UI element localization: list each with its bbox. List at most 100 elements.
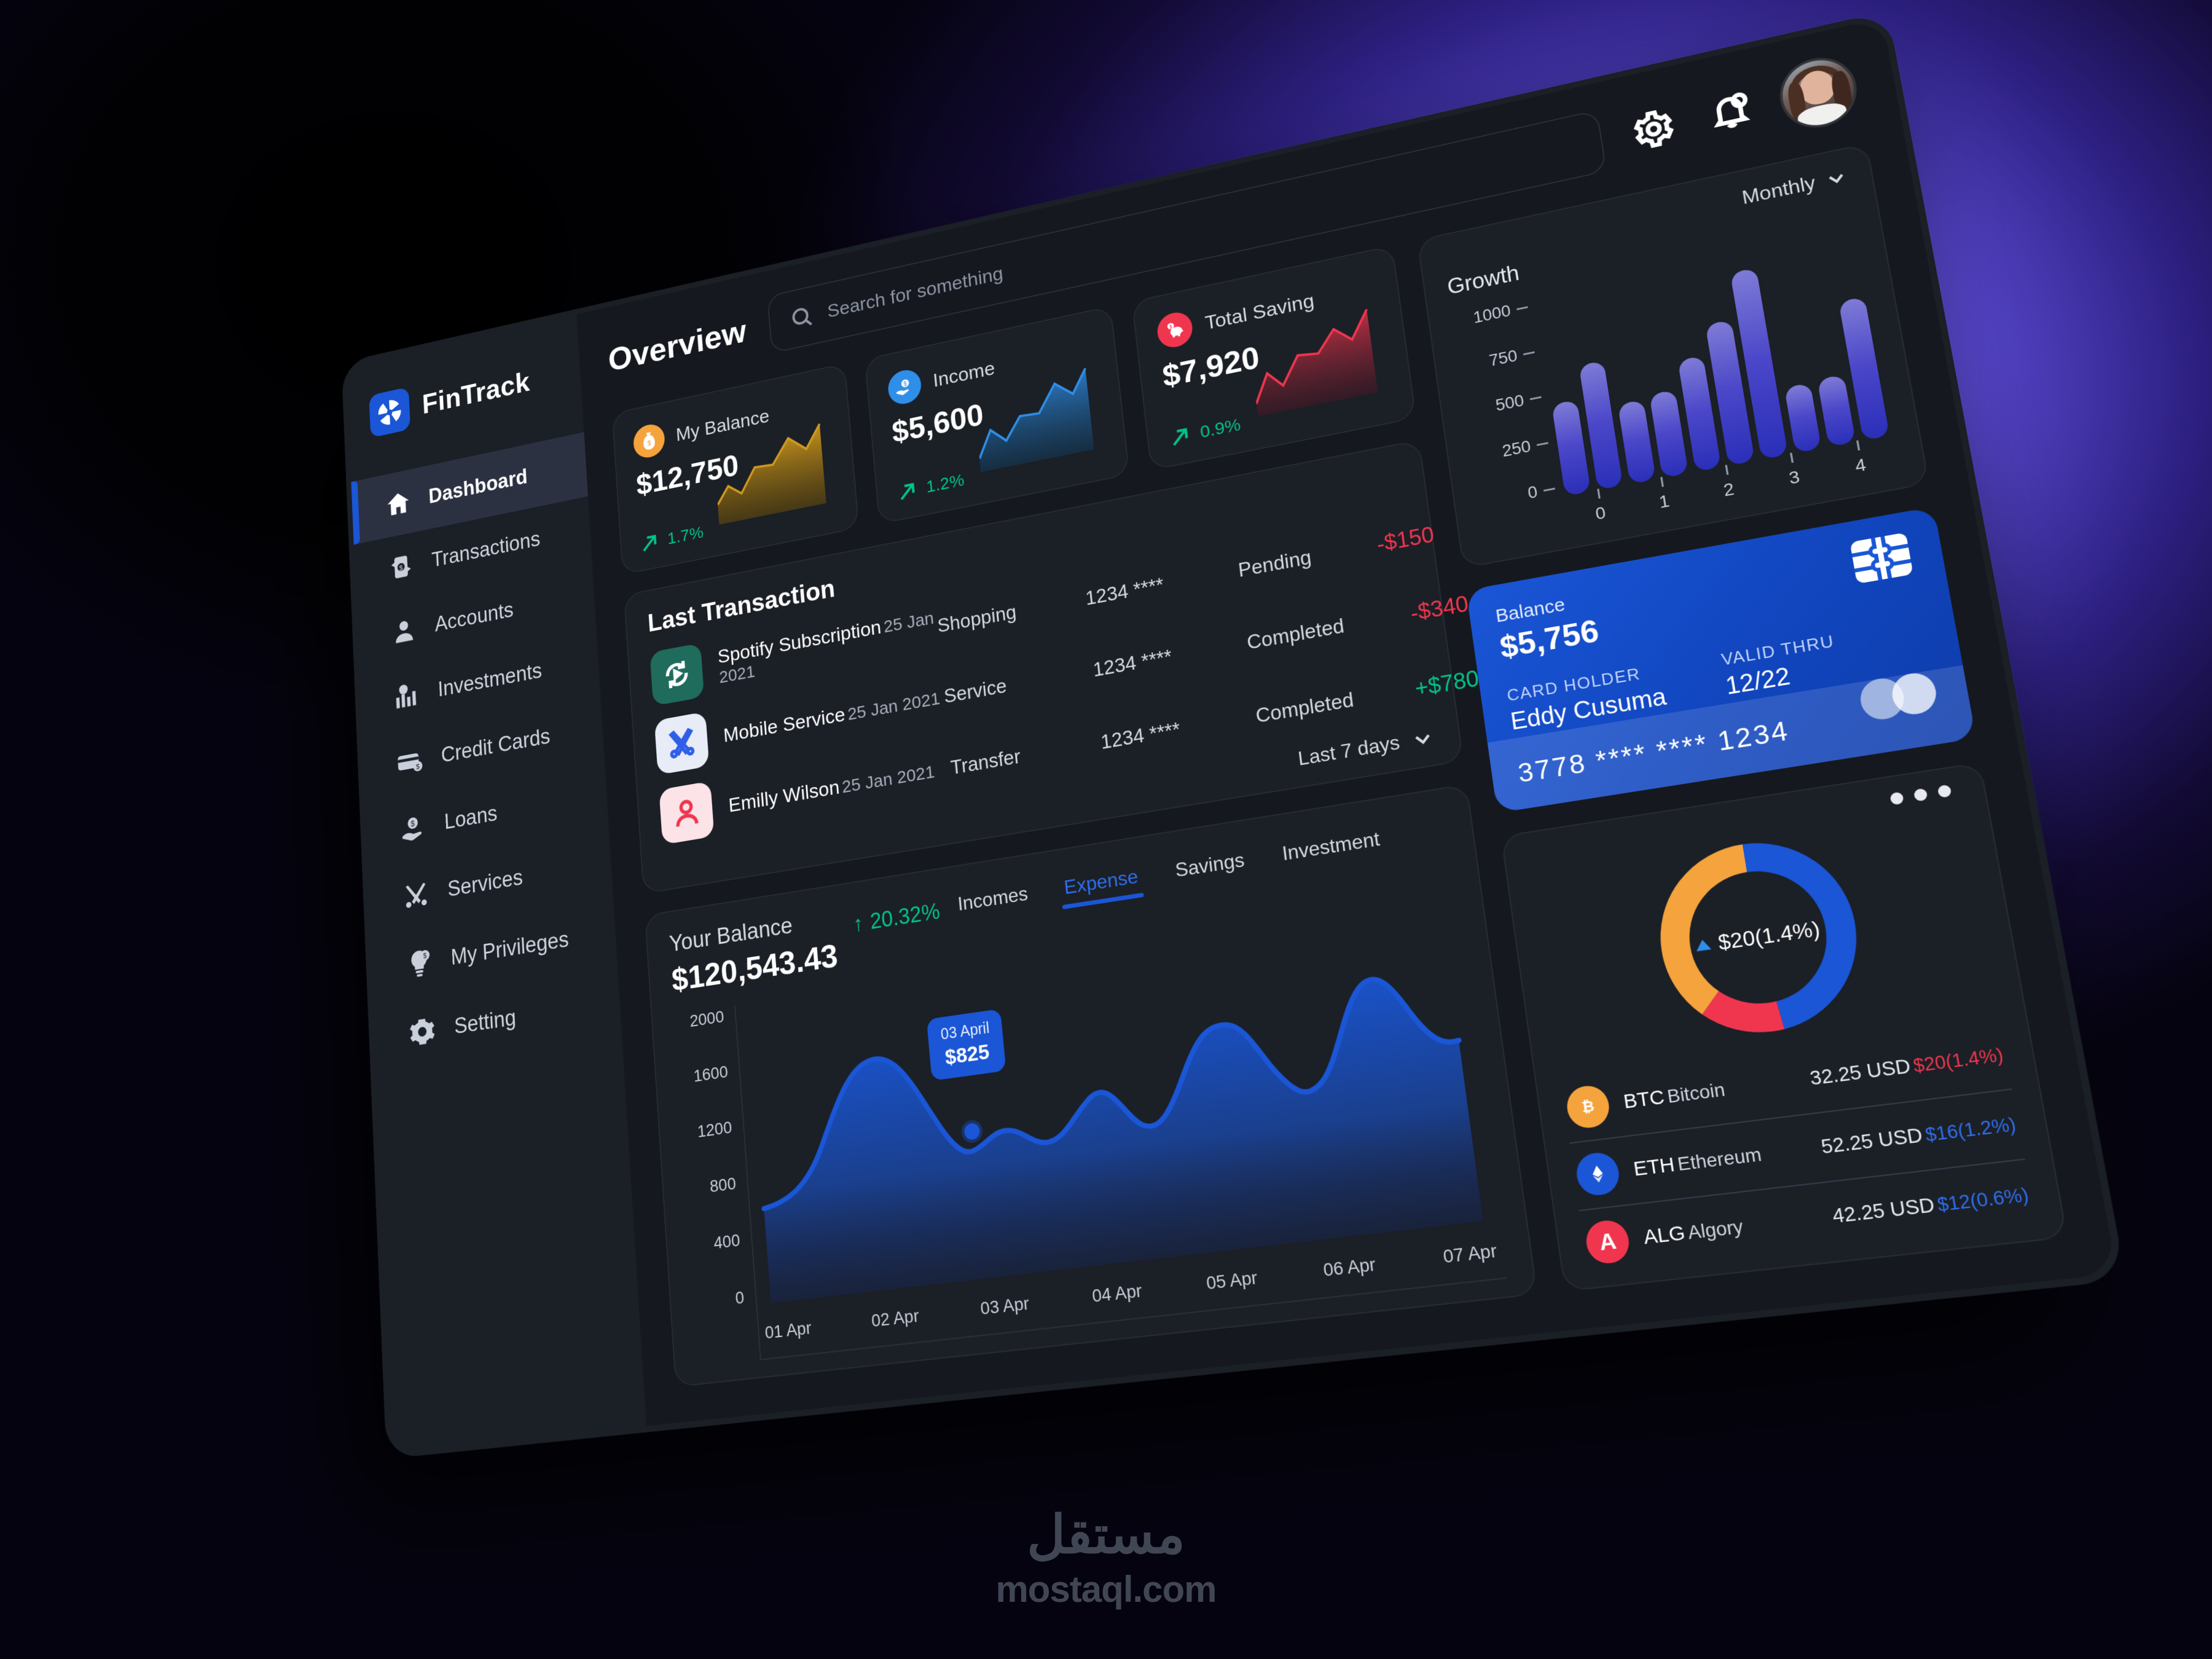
person-icon: [659, 781, 715, 845]
sidebar-label: Accounts: [434, 598, 514, 637]
balance-growth: ↑ 20.32%: [852, 898, 941, 937]
tab-incomes[interactable]: Incomes: [957, 882, 1030, 925]
donut: $20(1.4%): [1641, 823, 1878, 1051]
brand-name: FinTrack: [421, 366, 531, 420]
sidebar-label: Investments: [437, 659, 543, 702]
left-column: $ My Balance $12,750 1.7% $ Income $5,60…: [611, 245, 1538, 1387]
crypto-values: 42.25 USD $12(0.6%): [1831, 1183, 2031, 1228]
avatar[interactable]: [1777, 53, 1860, 132]
tx-status: Completed: [1245, 614, 1346, 654]
app-screen: FinTrack Dashboard $ Transactions Accoun…: [346, 18, 2117, 1453]
crypto-change: $16(1.2%): [1923, 1113, 2018, 1145]
tx-date: 25 Jan 2021: [841, 761, 936, 797]
transactions-icon: $: [386, 549, 415, 585]
x-tick: 07 Apr: [1441, 1240, 1498, 1267]
bar: [1649, 390, 1688, 479]
tools-icon: [654, 711, 710, 775]
crypto-symbol: ALG: [1642, 1222, 1687, 1249]
tx-name: Mobile Service: [723, 703, 846, 747]
watermark: مستقل mostaql.com: [959, 1508, 1253, 1608]
sidebar-label: Setting: [453, 1005, 517, 1039]
sidebar-nav: Dashboard $ Transactions Accounts Invest…: [351, 432, 622, 1073]
svg-text:$: $: [410, 819, 415, 828]
crypto-fullname: Algory: [1686, 1215, 1745, 1244]
sidebar-label: Transactions: [431, 527, 541, 572]
sidebar-label: Credit Cards: [441, 724, 551, 767]
main-area: Overview Search for something $ My Balan…: [576, 18, 2117, 1426]
sidebar-label: Dashboard: [428, 465, 528, 508]
y-tick: 500: [1494, 388, 1543, 415]
x-tick: 3: [1760, 461, 1829, 493]
svg-text:₿: ₿: [1581, 1097, 1596, 1116]
x-tick: 1: [1631, 486, 1698, 517]
svg-text:$: $: [423, 951, 427, 960]
ethereum-icon: [1574, 1150, 1622, 1198]
fintrack-logo-icon: [369, 386, 411, 438]
y-tick: 1600: [692, 1062, 729, 1086]
x-tick: 02 Apr: [870, 1305, 920, 1331]
crypto-usd: 52.25 USD: [1819, 1124, 1924, 1158]
tx-category: Transfer: [949, 745, 1022, 779]
bar: [1817, 374, 1856, 447]
loans-icon: $: [398, 810, 428, 846]
crypto-values: 32.25 USD $20(1.4%): [1808, 1043, 2005, 1090]
x-tick: 06 Apr: [1322, 1253, 1377, 1281]
bitcoin-icon: ₿: [1564, 1083, 1612, 1131]
right-column: Monthly Growth 1000 750 500 250 0 0 1 2 …: [1417, 143, 2068, 1292]
period-label: Last 7 days: [1296, 731, 1402, 770]
x-tick: 2: [1695, 474, 1763, 506]
tx-name-block: Mobile Service 25 Jan 2021: [707, 685, 945, 750]
services-icon: [401, 877, 431, 913]
your-balance-card: Your Balance $120,543.43 ↑ 20.32% Income…: [644, 783, 1538, 1387]
crypto-usd: 32.25 USD: [1808, 1055, 1913, 1090]
spotify-refresh-icon: [649, 643, 705, 707]
credit-card-icon: $: [395, 743, 425, 779]
tx-name: Emilly Wilson: [728, 775, 841, 817]
crypto-values: 52.25 USD $16(1.2%): [1819, 1113, 2017, 1159]
tab-investment[interactable]: Investment: [1281, 827, 1382, 875]
bell-icon[interactable]: [1702, 85, 1759, 139]
tx-card: 1234 ****: [1092, 645, 1174, 681]
arrow-up-right-icon: [896, 479, 918, 503]
tx-amount: -$150: [1375, 522, 1436, 557]
income-hand-icon: $: [887, 367, 923, 407]
home-icon: [384, 486, 413, 521]
investments-icon: [393, 678, 422, 714]
crypto-card: $20(1.4%) ₿ BTC Bitcoin 32.25 USD $20(1.…: [1500, 762, 2068, 1292]
brand[interactable]: FinTrack: [347, 342, 582, 450]
tab-savings[interactable]: Savings: [1174, 849, 1247, 892]
crypto-change: $12(0.6%): [1936, 1183, 2031, 1215]
x-tick: 0: [1567, 498, 1634, 529]
tx-category: Service: [943, 674, 1008, 707]
svg-text:$: $: [647, 439, 651, 447]
tab-expense[interactable]: Expense: [1063, 865, 1140, 909]
arrow-up-right-icon: [640, 531, 660, 555]
crypto-name-block: ALG Algory: [1627, 1205, 1835, 1251]
tx-category: Shopping: [936, 600, 1018, 637]
user-icon: [390, 613, 418, 649]
search-placeholder: Search for something: [826, 262, 1005, 322]
chart-tooltip: 03 April $825: [926, 1008, 1006, 1081]
page-title: Overview: [607, 312, 748, 378]
stat-delta-value: 1.2%: [925, 470, 965, 497]
y-tick: 250: [1501, 433, 1550, 461]
gear-icon[interactable]: [1626, 102, 1682, 156]
crypto-fullname: Bitcoin: [1665, 1078, 1727, 1107]
arrow-up-right-icon: [1169, 425, 1192, 449]
tx-status: Pending: [1237, 546, 1313, 581]
tx-card: 1234 ****: [1084, 573, 1165, 610]
triangle-up-icon: [1694, 938, 1711, 951]
x-tick: 03 Apr: [979, 1293, 1030, 1319]
watermark-latin: mostaql.com: [995, 1569, 1217, 1610]
tx-amount: -$340: [1409, 590, 1470, 626]
crypto-usd: 42.25 USD: [1830, 1193, 1937, 1228]
sidebar-label: Services: [447, 865, 524, 902]
tx-name: Spotify Subscription: [716, 616, 882, 668]
svg-text:$: $: [416, 763, 420, 771]
x-tick: 01 Apr: [764, 1317, 812, 1343]
gear-icon: [407, 1013, 437, 1050]
y-tick: 400: [713, 1230, 741, 1253]
y-tick: 1000: [1472, 298, 1529, 327]
crypto-name-block: ETH Ethereum: [1617, 1135, 1824, 1183]
crypto-symbol: ETH: [1632, 1153, 1677, 1181]
